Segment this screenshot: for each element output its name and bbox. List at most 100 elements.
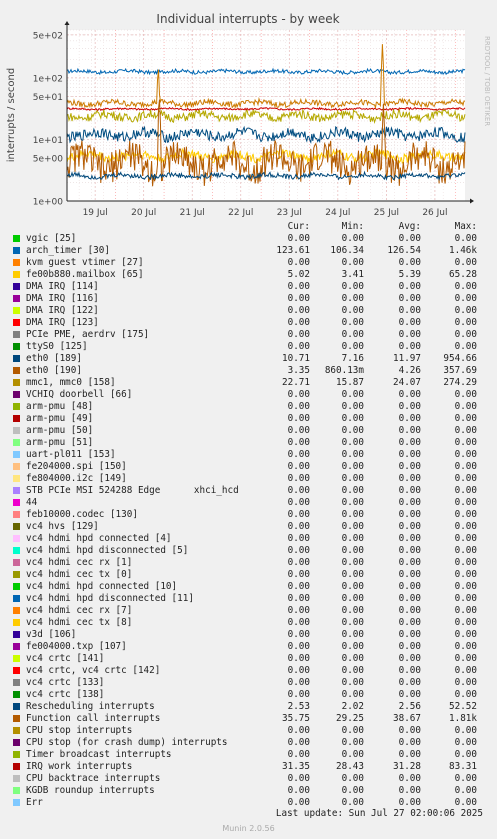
legend-label: Timer broadcast interrupts — [26, 749, 172, 760]
legend-rows: vgic [25] 0.00 0.00 0.00 0.00 arch_timer [30]… — [0, 233, 497, 809]
legend-row: CPU stop (for crash dump) interrupts 0.00… — [0, 737, 497, 749]
legend-row: fe00b880.mailbox [65] 5.02 3.41 5.39 65.28 — [0, 269, 497, 281]
legend-swatch — [13, 571, 20, 578]
legend-swatch — [13, 451, 20, 458]
legend-swatch — [13, 403, 20, 410]
legend-swatch — [13, 619, 20, 626]
legend-row: eth0 [190] 3.35 860.13m 4.26 357.69 — [0, 365, 497, 377]
legend-swatch — [13, 775, 20, 782]
legend-row: vc4 crtc [138] 0.00 0.00 0.00 0.00 — [0, 689, 497, 701]
legend-label: vc4 crtc [133] — [26, 677, 105, 688]
legend-max-value: 357.69 — [443, 365, 477, 376]
legend: Cur: Min: Avg: Max: vgic [25] 0.00 0.00 0.0… — [0, 221, 497, 809]
legend-swatch — [13, 307, 20, 314]
y-tick-label: 1e+00 — [33, 198, 64, 208]
legend-swatch — [13, 295, 20, 302]
legend-max-value: 0.00 — [454, 257, 477, 268]
legend-row: arch_timer [30] 123.61 106.34 126.54 1.46k — [0, 245, 497, 257]
legend-label: eth0 [189] — [26, 353, 82, 364]
legend-max-value: 52.52 — [449, 701, 477, 712]
legend-swatch — [13, 631, 20, 638]
legend-label: kvm guest vtimer [27] — [26, 257, 144, 268]
legend-label: arm-pmu [51] — [26, 437, 94, 448]
legend-swatch — [13, 715, 20, 722]
legend-label: CPU backtrace interrupts — [26, 773, 161, 784]
legend-max-value: 0.00 — [454, 725, 477, 736]
rrdtool-watermark: RRDTOOL / TOBI OETIKER — [483, 36, 491, 126]
legend-row: feb10000.codec [130] 0.00 0.00 0.00 0.00 — [0, 509, 497, 521]
legend-row: IRQ work interrupts 31.35 28.43 31.28 83.31 — [0, 761, 497, 773]
legend-max-value: 65.28 — [449, 269, 477, 280]
legend-label: mmc1, mmc0 [158] — [26, 377, 116, 388]
col-max: Max: — [454, 221, 477, 232]
legend-max-value: 0.00 — [454, 617, 477, 628]
legend-swatch — [13, 787, 20, 794]
legend-row: vc4 crtc, vc4 crtc [142] 0.00 0.00 0.00 0.00 — [0, 665, 497, 677]
legend-label: arch_timer [30] — [26, 245, 110, 256]
legend-max-value: 0.00 — [454, 473, 477, 484]
legend-row: vc4 hdmi hpd disconnected [11] 0.00 0.00 0.… — [0, 593, 497, 605]
legend-swatch — [13, 355, 20, 362]
y-tick-label: 5e+00 — [33, 154, 64, 164]
legend-label: STB PCIe MSI 524288 Edge xhci_hcd — [26, 485, 239, 496]
legend-swatch — [13, 427, 20, 434]
legend-max-value: 0.00 — [454, 629, 477, 640]
legend-swatch — [13, 679, 20, 686]
legend-label: vc4 crtc [141] — [26, 653, 105, 664]
chart-title: Individual interrupts - by week — [156, 12, 339, 26]
x-tick-label: 26 Jul — [422, 208, 447, 218]
legend-label: vc4 hdmi cec tx [8] — [26, 617, 133, 628]
legend-row: arm-pmu [50] 0.00 0.00 0.00 0.00 — [0, 425, 497, 437]
legend-swatch — [13, 259, 20, 266]
legend-max-value: 0.00 — [454, 533, 477, 544]
legend-row: vc4 hvs [129] 0.00 0.00 0.00 0.00 — [0, 521, 497, 533]
legend-row: PCIe PME, aerdrv [175] 0.00 0.00 0.00 0.00 — [0, 329, 497, 341]
legend-row: vc4 hdmi hpd connected [10] 0.00 0.00 0.00 0… — [0, 581, 497, 593]
legend-label: vc4 hdmi hpd connected [4] — [26, 533, 172, 544]
legend-row: vc4 hdmi hpd disconnected [5] 0.00 0.00 0.0… — [0, 545, 497, 557]
legend-max-value: 0.00 — [454, 605, 477, 616]
legend-label: vc4 hdmi cec rx [1] — [26, 557, 133, 568]
legend-row: arm-pmu [48] 0.00 0.00 0.00 0.00 — [0, 401, 497, 413]
legend-swatch — [13, 415, 20, 422]
legend-max-value: 0.00 — [454, 497, 477, 508]
legend-max-value: 0.00 — [454, 773, 477, 784]
legend-label: ttyS0 [125] — [26, 341, 88, 352]
legend-swatch — [13, 547, 20, 554]
legend-label: eth0 [190] — [26, 365, 82, 376]
legend-label: IRQ work interrupts — [26, 761, 133, 772]
legend-max-value: 0.00 — [454, 425, 477, 436]
legend-label: uart-pl011 [153] — [26, 449, 116, 460]
legend-swatch — [13, 751, 20, 758]
legend-row: VCHIQ doorbell [66] 0.00 0.00 0.00 0.00 — [0, 389, 497, 401]
legend-swatch — [13, 439, 20, 446]
legend-max-value: 0.00 — [454, 401, 477, 412]
legend-row: v3d [106] 0.00 0.00 0.00 0.00 — [0, 629, 497, 641]
legend-row: uart-pl011 [153] 0.00 0.00 0.00 0.00 — [0, 449, 497, 461]
legend-label: vc4 hdmi cec tx [0] — [26, 569, 133, 580]
legend-max-value: 0.00 — [454, 557, 477, 568]
legend-header: Cur: Min: Avg: Max: — [0, 221, 497, 233]
legend-row: vc4 hdmi cec rx [1] 0.00 0.00 0.00 0.00 — [0, 557, 497, 569]
legend-row: Function call interrupts 35.75 29.25 38.67 1… — [0, 713, 497, 725]
legend-label: vc4 hdmi hpd connected [10] — [26, 581, 178, 592]
legend-max-value: 0.00 — [454, 653, 477, 664]
legend-label: vc4 crtc [138] — [26, 689, 105, 700]
legend-row: DMA IRQ [116] 0.00 0.00 0.00 0.00 — [0, 293, 497, 305]
legend-row: DMA IRQ [123] 0.00 0.00 0.00 0.00 — [0, 317, 497, 329]
legend-label: fe004000.txp [107] — [26, 641, 127, 652]
legend-row: CPU backtrace interrupts 0.00 0.00 0.00 0.00 — [0, 773, 497, 785]
legend-swatch — [13, 331, 20, 338]
legend-swatch — [13, 271, 20, 278]
legend-label: fe804000.i2c [149] — [26, 473, 127, 484]
legend-swatch — [13, 655, 20, 662]
legend-label: PCIe PME, aerdrv [175] — [26, 329, 150, 340]
legend-label: fe00b880.mailbox [65] — [26, 269, 144, 280]
legend-row: mmc1, mmc0 [158] 22.71 15.87 24.07 274.29 — [0, 377, 497, 389]
legend-max-value: 0.00 — [454, 413, 477, 424]
legend-swatch — [13, 583, 20, 590]
legend-max-value: 83.31 — [449, 761, 477, 772]
legend-label: Rescheduling interrupts — [26, 701, 155, 712]
legend-max-value: 0.00 — [454, 329, 477, 340]
legend-label: DMA IRQ [122] — [26, 305, 99, 316]
